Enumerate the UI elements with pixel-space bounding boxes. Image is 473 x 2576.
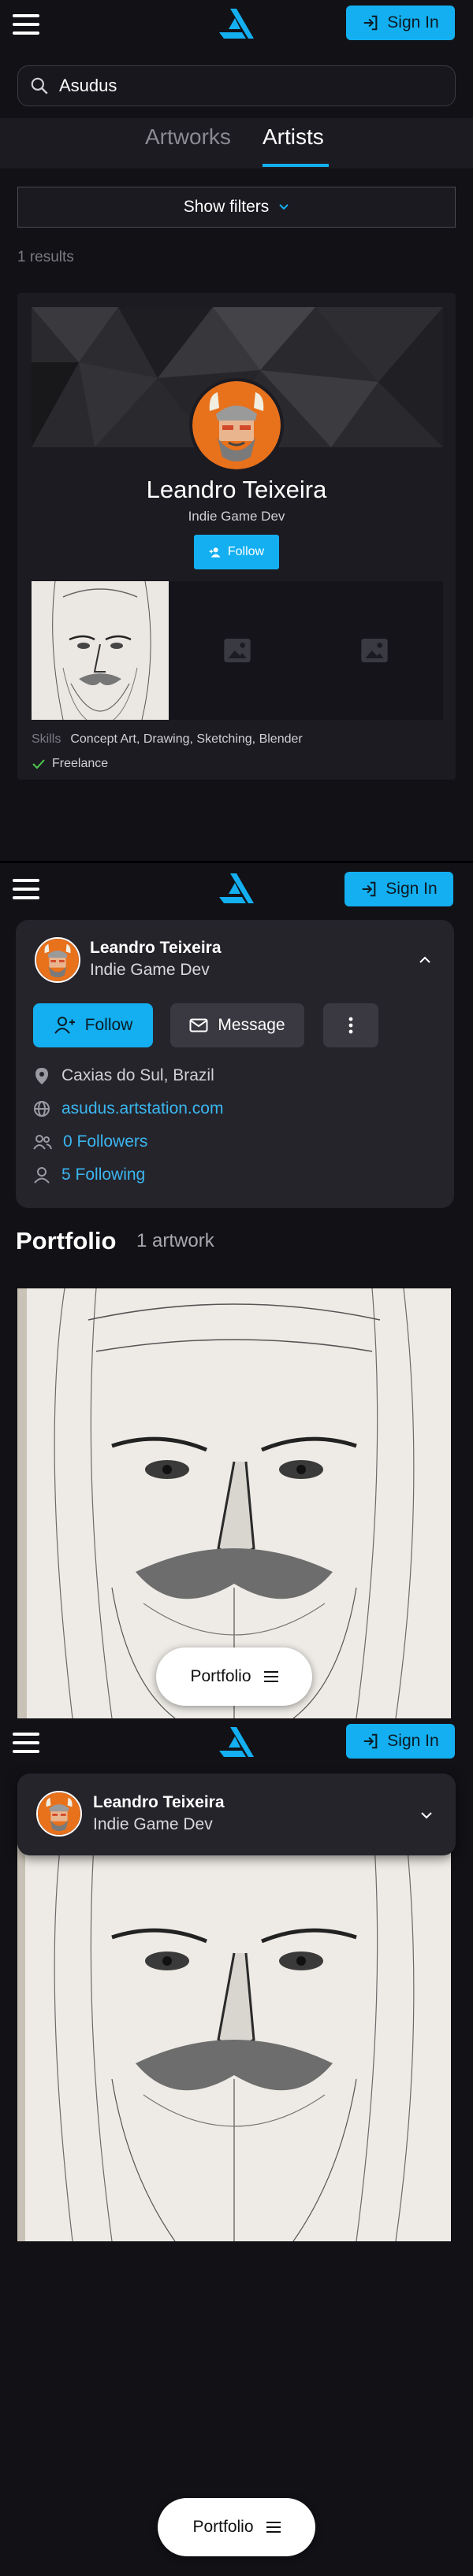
artstation-logo-icon[interactable] — [219, 1727, 254, 1757]
top-bar: Sign In — [0, 865, 473, 914]
show-filters-button[interactable]: Show filters — [17, 187, 456, 228]
artwork-placeholder — [306, 581, 443, 720]
portfolio-heading: Portfolio — [16, 1227, 117, 1255]
user-icon — [34, 1167, 50, 1184]
chevron-up-icon[interactable] — [416, 951, 434, 969]
sign-in-icon — [364, 1733, 378, 1749]
skills-label: Skills — [32, 732, 61, 746]
results-count: 1 results — [17, 249, 74, 265]
active-tab-indicator — [263, 164, 329, 167]
chevron-down-icon[interactable] — [418, 1807, 435, 1824]
avatar[interactable] — [35, 937, 80, 983]
artist-name: Leandro Teixeira — [90, 939, 222, 957]
location-row: Caxias do Sul, Brazil — [33, 1066, 214, 1085]
show-filters-label: Show filters — [183, 198, 270, 216]
location-pin-icon — [35, 1068, 48, 1084]
location-text: Caxias do Sul, Brazil — [61, 1066, 214, 1084]
artist-name: Leandro Teixeira — [93, 1793, 225, 1811]
skills-list: Concept Art, Drawing, Sketching, Blender — [70, 732, 303, 746]
artist-name[interactable]: Leandro Teixeira — [17, 476, 456, 504]
sign-in-button[interactable]: Sign In — [346, 1724, 455, 1759]
artstation-logo-icon[interactable] — [219, 873, 254, 903]
artist-card[interactable]: Leandro Teixeira Indie Game Dev Follow S… — [17, 293, 456, 780]
artwork-image[interactable] — [17, 1811, 451, 2241]
artist-headline: Indie Game Dev — [93, 1815, 213, 1833]
profile-panel: Leandro Teixeira Indie Game Dev Follow M… — [16, 920, 454, 1208]
followers-label: Followers — [76, 1132, 148, 1151]
screenshot-divider — [0, 861, 473, 863]
top-bar: Sign In — [0, 1718, 473, 1767]
website-row: asudus.artstation.com — [33, 1099, 223, 1118]
tab-artworks[interactable]: Artworks — [145, 124, 231, 150]
more-options-button[interactable] — [323, 1003, 378, 1047]
follow-button[interactable]: Follow — [33, 1003, 153, 1047]
artist-headline: Indie Game Dev — [188, 509, 285, 524]
followers-count: 0 — [63, 1132, 73, 1151]
following-row[interactable]: 5 Following — [33, 1166, 145, 1184]
portfolio-pill-label: Portfolio — [190, 1667, 251, 1685]
search-input[interactable] — [59, 76, 438, 96]
follow-label: Follow — [227, 545, 265, 558]
hamburger-menu-icon[interactable] — [13, 14, 39, 35]
search-icon — [31, 77, 48, 95]
check-icon — [32, 759, 45, 769]
add-user-icon — [54, 1017, 75, 1034]
follow-button[interactable]: Follow — [194, 535, 279, 569]
message-label: Message — [218, 1016, 285, 1034]
menu-icon — [266, 2522, 281, 2533]
sign-in-icon — [363, 881, 376, 897]
image-placeholder-icon — [224, 639, 251, 662]
users-icon — [33, 1135, 52, 1150]
hamburger-menu-icon[interactable] — [13, 879, 39, 899]
image-placeholder-icon — [361, 639, 388, 662]
tab-artists[interactable]: Artists — [263, 124, 324, 150]
more-vertical-icon — [348, 1017, 353, 1034]
mail-icon — [189, 1018, 208, 1032]
sign-in-label: Sign In — [385, 880, 438, 898]
artwork-placeholder — [169, 581, 306, 720]
skills-row: Skills Concept Art, Drawing, Sketching, B… — [32, 732, 303, 747]
freelance-label: Freelance — [52, 757, 109, 770]
website-link[interactable]: asudus.artstation.com — [61, 1099, 223, 1118]
hamburger-menu-icon[interactable] — [13, 1733, 39, 1753]
sign-in-button[interactable]: Sign In — [346, 6, 455, 40]
followers-row[interactable]: 0 Followers — [33, 1132, 147, 1151]
avatar[interactable] — [189, 378, 284, 473]
artstation-logo-icon[interactable] — [219, 9, 254, 39]
sticky-profile-header: Leandro Teixeira Indie Game Dev — [17, 1774, 456, 1855]
artwork-thumbnail[interactable] — [32, 581, 169, 720]
artwork-count: 1 artwork — [136, 1230, 214, 1251]
portfolio-menu-pill[interactable]: Portfolio — [158, 2498, 315, 2556]
top-bar: Sign In — [0, 0, 473, 49]
menu-icon — [263, 1671, 278, 1682]
sign-in-icon — [364, 15, 378, 31]
globe-icon — [34, 1101, 50, 1117]
freelance-badge: Freelance — [32, 757, 108, 771]
artist-headline: Indie Game Dev — [90, 961, 210, 979]
sign-in-button[interactable]: Sign In — [345, 872, 453, 906]
artwork-thumbnails — [32, 581, 443, 720]
search-box[interactable] — [17, 65, 456, 106]
message-button[interactable]: Message — [170, 1003, 304, 1047]
avatar[interactable] — [36, 1791, 82, 1837]
chevron-down-icon — [279, 204, 289, 210]
follow-label: Follow — [84, 1016, 133, 1034]
sign-in-label: Sign In — [387, 13, 439, 32]
portfolio-pill-label: Portfolio — [192, 2518, 254, 2536]
portfolio-menu-pill[interactable]: Portfolio — [156, 1648, 312, 1706]
sign-in-label: Sign In — [387, 1732, 439, 1750]
search-tabs: Artworks Artists — [0, 118, 473, 169]
add-user-icon — [209, 547, 221, 558]
following-count: 5 — [61, 1166, 71, 1184]
following-label: Following — [75, 1166, 146, 1184]
